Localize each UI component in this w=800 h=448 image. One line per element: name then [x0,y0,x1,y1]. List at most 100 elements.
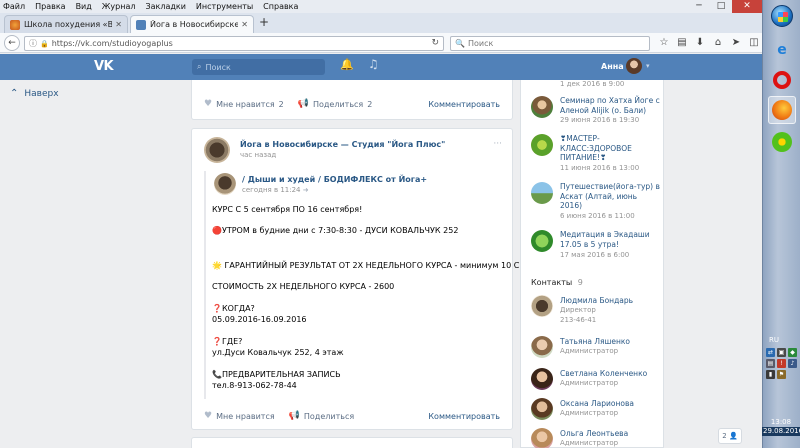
bookmark-star-icon[interactable]: ☆ [656,36,672,50]
reload-icon[interactable]: ↻ [431,38,439,48]
contact-avatar[interactable] [531,336,553,358]
scroll-to-top-label: Наверх [24,88,59,99]
event-title[interactable]: ❣МАСТЕР-КЛАСС:ЗДОРОВОЕ ПИТАНИЕ!❣ [560,134,660,163]
reading-list-icon[interactable]: ▤ [674,36,690,50]
chevron-down-icon[interactable]: ▾ [646,62,650,70]
icq-icon[interactable] [768,128,796,156]
vk-header: VK ⌕ Поиск 🔔 ♫ Анна ▾ [0,54,762,80]
menu-file[interactable]: Файл [3,2,25,11]
event-image[interactable] [531,230,553,252]
repost-author[interactable]: / Дыши и худей / БОДИФЛЕКС от Йога+ [242,175,427,184]
close-window-button[interactable]: ✕ [732,0,762,13]
contact-item[interactable]: Ольга Леонтьева Администратор [531,428,661,448]
event-title[interactable]: Путешествие(йога-тур) в Аскат (Алтай, ию… [560,182,660,211]
menu-bookmarks[interactable]: Закладки [145,2,185,11]
megaphone-icon: 📢 [288,411,300,421]
contact-role: Администратор [560,409,619,417]
comment-button[interactable]: Комментировать [428,100,500,109]
menu-view[interactable]: Вид [76,2,92,11]
send-icon[interactable]: ➤ [728,36,744,50]
contact-name[interactable]: Ольга Леонтьева [560,429,628,438]
language-indicator[interactable]: RU [769,336,779,344]
tray-app-icon[interactable]: ▣ [777,348,786,357]
contact-avatar[interactable] [531,295,553,317]
comment-button[interactable]: Комментировать [428,412,500,421]
user-name[interactable]: Анна [601,62,624,71]
new-tab-button[interactable]: + [259,15,269,29]
event-title[interactable]: Медитация в Экадаши 17.05 в 5 утра! [560,230,660,249]
like-button[interactable]: ♥ Мне нравится [204,411,275,421]
back-button[interactable]: ← [4,35,20,51]
system-clock[interactable]: 13:08 29.08.2016 [762,418,800,436]
menu-history[interactable]: Журнал [102,2,136,11]
tray-volume-icon[interactable]: ♪ [788,359,797,368]
browser-search-field[interactable]: 🔍 Поиск [450,36,650,51]
contact-item[interactable]: Людмила Бондарь Директор 213-46-41 [531,295,661,324]
scroll-to-top-button[interactable]: ⌃ Наверх [10,88,59,99]
tray-signal-icon[interactable]: ▮ [766,370,775,379]
firefox-icon[interactable] [768,96,796,124]
contact-name[interactable]: Татьяна Ляшенко [560,337,630,346]
tray-shield-icon[interactable]: ◆ [788,348,797,357]
contact-item[interactable]: Татьяна Ляшенко Администратор [531,336,661,358]
system-tray: ⇄ ▣ ◆ ▤ ! ♪ ▮ ⚑ [764,348,798,379]
download-icon[interactable]: ⬇ [692,36,708,50]
event-image[interactable] [531,134,553,156]
windows-orb-icon [771,5,793,27]
contact-avatar[interactable] [531,368,553,390]
tab-close-icon[interactable]: ✕ [241,20,248,29]
repost-time-text: сегодня в 11:24 [242,186,301,194]
messages-chat-button[interactable]: 2 👤 [718,428,742,444]
repost-avatar[interactable] [214,173,236,195]
tray-update-icon[interactable]: ! [777,359,786,368]
more-options-icon[interactable]: ··· [493,139,502,149]
minimize-button[interactable]: ─ [688,0,710,13]
start-button[interactable] [768,2,796,30]
internet-explorer-icon[interactable]: e [768,36,796,64]
home-icon[interactable]: ⌂ [710,36,726,50]
contact-avatar[interactable] [531,398,553,420]
vk-search-input[interactable]: ⌕ Поиск [192,59,325,75]
heart-icon: ♥ [204,411,213,421]
contact-phone: 213-46-41 [560,316,597,324]
post-time[interactable]: час назад [240,151,276,159]
menu-tools[interactable]: Инструменты [196,2,253,11]
contact-name[interactable]: Светлана Коленченко [560,369,647,378]
contact-item[interactable]: Светлана Коленченко Администратор [531,368,661,390]
opera-icon[interactable] [768,66,796,94]
like-button[interactable]: ♥ Мне нравится 2 [204,99,284,109]
tab-yoga[interactable]: Йога в Новосибирске — ... ✕ [130,15,254,33]
contacts-header[interactable]: Контакты 9 [531,278,583,287]
info-icon[interactable]: ⓘ [29,38,37,49]
pocket-icon[interactable]: ◫ [746,36,762,50]
share-button[interactable]: 📢 Поделиться 2 [298,99,373,109]
tray-network-icon[interactable]: ⇄ [766,348,775,357]
post-author[interactable]: Йога в Новосибирске — Студия "Йога Плюс" [240,140,445,149]
maximize-button[interactable]: □ [710,0,732,13]
event-title[interactable]: Семинар по Хатха Йоге с Аленой Alijik (о… [560,96,660,115]
menu-help[interactable]: Справка [263,2,298,11]
repost-time[interactable]: сегодня в 11:24 ➜ [242,186,309,194]
post-line: 🌟 ГАРАНТИЙНЫЙ РЕЗУЛЬТАТ ОТ 2Х НЕДЕЛЬНОГО… [212,261,536,270]
group-avatar[interactable] [204,137,230,163]
tray-printer-icon[interactable]: ▤ [766,359,775,368]
contact-role: Администратор [560,439,619,447]
contact-item[interactable]: Оксана Ларионова Администратор [531,398,661,420]
window-controls: ─ □ ✕ [688,0,762,13]
event-image[interactable] [531,182,553,204]
share-button[interactable]: 📢 Поделиться [289,411,354,421]
tab-school[interactable]: Школа похудения «Второ... ✕ [4,15,128,33]
contact-name[interactable]: Оксана Ларионова [560,399,634,408]
tray-flag-icon[interactable]: ⚑ [777,370,786,379]
user-avatar[interactable] [626,58,642,74]
tab-close-icon[interactable]: ✕ [115,20,122,29]
menu-edit[interactable]: Правка [35,2,65,11]
screen: Файл Правка Вид Журнал Закладки Инструме… [0,0,800,448]
contact-name[interactable]: Людмила Бондарь [560,296,633,305]
notifications-bell-icon[interactable]: 🔔 [340,58,354,71]
music-icon[interactable]: ♫ [368,57,379,71]
contact-avatar[interactable] [531,428,553,448]
event-image[interactable] [531,96,553,118]
vk-logo[interactable]: VK [94,59,114,74]
address-bar[interactable]: ⓘ 🔒 https://vk.com/studioyogaplus ↻ [24,36,444,51]
